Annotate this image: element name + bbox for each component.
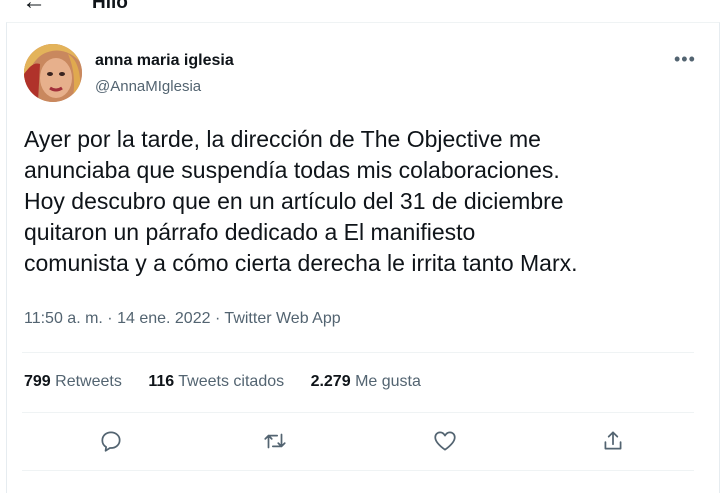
like-icon[interactable] — [432, 428, 458, 454]
share-icon[interactable] — [600, 428, 626, 454]
retweet-icon[interactable] — [262, 428, 288, 454]
avatar[interactable] — [24, 44, 82, 102]
tweet-meta[interactable]: 11:50 a. m. · 14 ene. 2022 · Twitter Web… — [24, 310, 341, 328]
author-handle[interactable]: @AnnaMIglesia — [95, 78, 201, 95]
quotes-stat[interactable]: 116 Tweets citados — [148, 373, 284, 391]
tweet-text: Ayer por la tarde, la dirección de The O… — [24, 126, 578, 276]
divider — [22, 412, 694, 413]
tweet-actions — [0, 428, 720, 458]
top-bar: ← Hilo — [0, 0, 720, 22]
author-name[interactable]: anna maria iglesia — [95, 52, 234, 70]
likes-stat[interactable]: 2.279 Me gusta — [311, 373, 421, 391]
retweets-stat[interactable]: 799 Retweets — [24, 373, 122, 391]
page-title: Hilo — [92, 0, 128, 13]
divider — [22, 470, 694, 471]
more-options-icon[interactable]: ••• — [674, 50, 696, 68]
back-arrow-icon[interactable]: ← — [22, 0, 46, 14]
divider — [22, 352, 694, 353]
avatar-image — [24, 44, 82, 102]
tweet-stats: 799 Retweets 116 Tweets citados 2.279 Me… — [24, 373, 443, 391]
reply-icon[interactable] — [98, 428, 124, 454]
